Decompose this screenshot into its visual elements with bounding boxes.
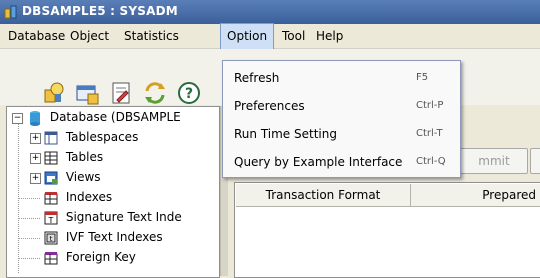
- foreign-key-icon: [44, 251, 58, 264]
- menu-object[interactable]: Object: [64, 24, 115, 48]
- menu-item-shortcut: Ctrl-T: [416, 128, 443, 139]
- tree-item-label: Foreign Key: [65, 250, 136, 264]
- tree-item-views[interactable]: Views: [43, 167, 101, 187]
- commit-button-label: mmit: [478, 154, 510, 168]
- tree-item-label: Indexes: [65, 190, 113, 204]
- connect-icon[interactable]: [40, 80, 68, 108]
- option-menu-dropdown: Refresh F5 Preferences Ctrl-P Run Time S…: [222, 60, 461, 178]
- tablespace-icon: [44, 131, 58, 144]
- column-header-label: Transaction Format: [265, 188, 381, 202]
- database-icon: [30, 110, 40, 126]
- menu-statistics-label: Statistics: [124, 29, 179, 43]
- menu-bar: Database Object Statistics Option Tool H…: [0, 23, 540, 49]
- view-icon: [44, 171, 58, 184]
- menu-tool-label: Tool: [282, 29, 306, 43]
- menu-item-label: Query by Example Interface: [234, 155, 403, 169]
- index-icon: [44, 191, 58, 204]
- menu-item-label: Refresh: [234, 71, 280, 85]
- tree-connector: [18, 218, 40, 219]
- expand-toggle[interactable]: +: [30, 133, 41, 144]
- tree-item-database[interactable]: Database (DBSAMPLE: [27, 107, 181, 127]
- column-header-prepared[interactable]: Prepared: [411, 184, 540, 207]
- open-table-icon[interactable]: [74, 80, 102, 108]
- menu-item-run-time-setting[interactable]: Run Time Setting Ctrl-T: [223, 121, 460, 147]
- svg-text:t: t: [50, 235, 53, 243]
- tree-item-tables[interactable]: Tables: [43, 147, 103, 167]
- menu-statistics[interactable]: Statistics: [118, 24, 185, 48]
- menu-item-preferences[interactable]: Preferences Ctrl-P: [223, 93, 460, 119]
- tree-item-label: Database (DBSAMPLE: [49, 110, 181, 124]
- tree-item-signature-index[interactable]: T Signature Text Inde: [43, 207, 182, 227]
- window-title: DBSAMPLE5 : SYSADM: [22, 4, 178, 18]
- menu-database[interactable]: Database: [2, 24, 71, 48]
- expand-toggle[interactable]: +: [30, 173, 41, 184]
- title-bar: DBSAMPLE5 : SYSADM: [0, 0, 540, 24]
- menu-item-shortcut: Ctrl-P: [416, 100, 444, 111]
- expand-toggle[interactable]: +: [30, 153, 41, 164]
- menu-help-label: Help: [316, 29, 344, 43]
- tree-item-label: Tablespaces: [65, 130, 139, 144]
- menu-tool[interactable]: Tool: [276, 24, 311, 48]
- column-header-transaction-format[interactable]: Transaction Format: [236, 184, 411, 207]
- tree-item-label: Signature Text Inde: [65, 210, 182, 224]
- ivf-index-icon: t: [44, 231, 58, 244]
- help-icon[interactable]: ?: [176, 80, 204, 108]
- menu-database-label: Database: [8, 29, 66, 43]
- tree-item-label: IVF Text Indexes: [65, 230, 163, 244]
- refresh-icon[interactable]: [142, 80, 170, 108]
- table-icon: [44, 151, 58, 164]
- tree-connector: [18, 238, 40, 239]
- menu-option-label: Option: [227, 29, 268, 43]
- tree-item-tablespaces[interactable]: Tablespaces: [43, 127, 138, 147]
- menu-object-label: Object: [70, 29, 110, 43]
- menu-option[interactable]: Option: [220, 23, 275, 49]
- tree-connector: [18, 258, 40, 259]
- tree-item-indexes[interactable]: Indexes: [43, 187, 112, 207]
- svg-text:?: ?: [185, 86, 193, 102]
- tree-item-label: Views: [65, 170, 101, 184]
- rollback-button[interactable]: [530, 148, 540, 174]
- tree-item-label: Tables: [65, 150, 104, 164]
- tree-item-foreign-key[interactable]: Foreign Key: [43, 247, 136, 267]
- app-icon: [4, 5, 17, 19]
- tree-connector: [18, 198, 40, 199]
- svg-text:T: T: [48, 216, 54, 225]
- column-header-label: Prepared: [482, 188, 536, 202]
- collapse-root-toggle[interactable]: −: [12, 113, 23, 124]
- menu-item-shortcut: Ctrl-Q: [416, 156, 446, 167]
- signature-index-icon: T: [44, 211, 58, 225]
- menu-item-label: Run Time Setting: [234, 127, 337, 141]
- menu-item-query-by-example[interactable]: Query by Example Interface Ctrl-Q: [223, 149, 460, 175]
- menu-item-label: Preferences: [234, 99, 305, 113]
- object-tree: − Database (DBSAMPLE + Tablespaces + Tab…: [6, 106, 220, 278]
- menu-item-shortcut: F5: [416, 72, 429, 83]
- menu-help[interactable]: Help: [310, 24, 349, 48]
- menu-item-refresh[interactable]: Refresh F5: [223, 65, 460, 91]
- tree-item-ivf-index[interactable]: t IVF Text Indexes: [43, 227, 163, 247]
- edit-icon[interactable]: [108, 80, 136, 108]
